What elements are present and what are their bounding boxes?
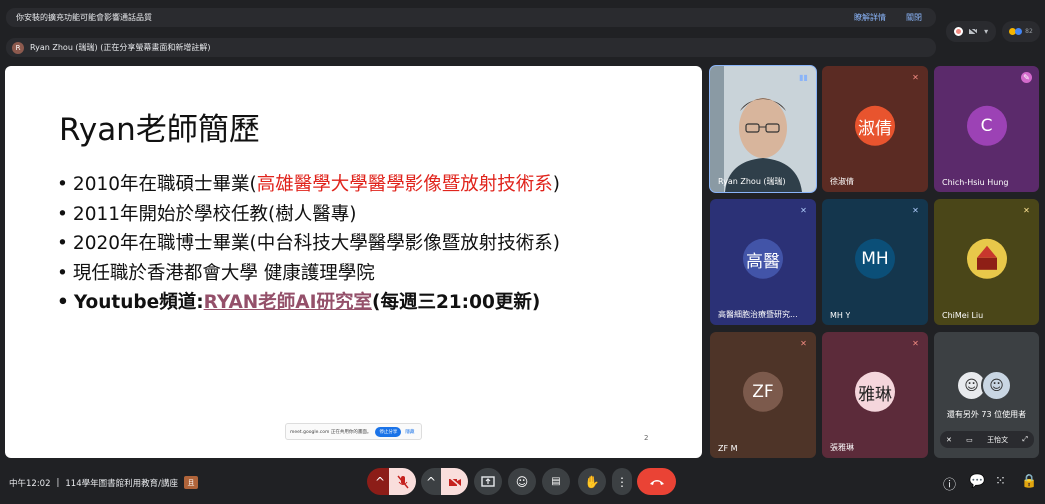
slide-bullet-list: 2010年在職碩士畢業(高雄醫學大學醫學影像暨放射技術系) 2011年開始於學校… [57, 170, 560, 318]
participant-tile-5[interactable]: ✕ MH MH Y [822, 199, 928, 325]
calendar-icon[interactable]: 且 [183, 476, 198, 489]
slide-page-number: 2 [644, 434, 649, 442]
participant-avatar-image [966, 238, 1007, 279]
current-time: 中午12:02 [9, 478, 51, 489]
participant-tile-4[interactable]: ✕ 高醫 高醫細胞治療暨研究... [710, 199, 816, 325]
participant-avatar-icon-2: ☺ [981, 370, 1012, 401]
mic-toggle-button[interactable] [389, 468, 416, 495]
participant-name: ChiMei Liu [942, 311, 984, 320]
meeting-title: 114學年圖書館利用教育/講座 [65, 478, 178, 489]
other-participants-tile[interactable]: ☺ ☺ 還有另外 73 位使用者 ✕ ▭ 王怡文 ⤢ [934, 332, 1039, 458]
youtube-channel-link[interactable]: RYAN老師AI研究室 [204, 292, 372, 313]
reactions-button[interactable]: ☺ [508, 468, 536, 495]
captions-icon: ▤ [551, 476, 561, 487]
mic-off-icon [396, 475, 409, 488]
more-vert-icon: ⋮ [616, 474, 628, 489]
present-icon [481, 475, 495, 487]
camera-options-button[interactable]: ^ [421, 468, 441, 495]
participant-tile-ryan[interactable]: ▮▮ Ryan Zhou (瑞瑞) [709, 65, 817, 193]
presenter-status-bar: R Ryan Zhou (瑞瑞) (正在分享螢幕畫面和新增註解) [6, 38, 936, 57]
featured-participant-name: 王怡文 [987, 435, 1009, 444]
mic-off-icon: ✕ [800, 339, 807, 348]
mic-off-icon: ✕ [912, 73, 919, 82]
participant-avatar-icon-2 [1015, 28, 1023, 35]
participant-tile-7[interactable]: ✕ ZF ZF M [710, 332, 816, 458]
more-options-button[interactable]: ⋮ [612, 468, 632, 495]
participant-name: 高醫細胞治療暨研究... [718, 310, 798, 319]
participant-name: Ryan Zhou (瑞瑞) [718, 177, 786, 186]
raise-hand-button[interactable]: ✋ [578, 468, 606, 495]
presenter-status-text: Ryan Zhou (瑞瑞) (正在分享螢幕畫面和新增註解) [30, 43, 211, 52]
participant-name: 徐淑倩 [830, 177, 854, 186]
present-screen-button[interactable] [474, 468, 502, 495]
camera-toggle-button[interactable] [441, 468, 468, 495]
activities-icon[interactable]: ⁙ [995, 474, 1006, 489]
host-controls-icon[interactable]: 🔒 [1021, 474, 1037, 489]
record-icon [953, 27, 963, 36]
participant-avatar: 高醫 [743, 238, 783, 279]
participant-avatar: MH [855, 238, 895, 279]
participant-video [710, 66, 816, 192]
mic-off-icon: ✕ [912, 339, 919, 348]
learn-more-link[interactable]: 瞭解詳情 [854, 12, 886, 23]
bullet-item: 現任職於香港都會大學 健康護理學院 [57, 259, 560, 289]
meeting-toolbar: 中午12:02 | 114學年圖書館利用教育/講座 且 ^ ^ ☺ ▤ ✋ ⋮ … [0, 464, 1045, 504]
mic-off-icon: ✕ [946, 435, 952, 444]
emoji-icon: ☺ [515, 474, 529, 489]
participant-name: MH Y [830, 311, 851, 320]
participant-tile-8[interactable]: ✕ 雅琳 張雅琳 [822, 332, 928, 458]
bullet-item: 2020年在職博士畢業(中台科技大學醫學影像暨放射技術系) [57, 229, 560, 259]
people-count-pill[interactable]: 82 [1002, 21, 1040, 42]
meeting-info: 中午12:02 | 114學年圖書館利用教育/講座 且 [9, 476, 198, 489]
participant-avatar: 淑倩 [855, 105, 895, 146]
other-participants-count: 還有另外 73 位使用者 [946, 410, 1027, 419]
participant-tile-2[interactable]: ✕ 淑倩 徐淑倩 [822, 66, 928, 192]
people-count: 82 [1025, 28, 1033, 35]
participant-avatar: C [966, 105, 1007, 146]
extension-warning-banner: 你安裝的擴充功能可能會影響通話品質 瞭解詳情 關閉 [6, 8, 936, 27]
chat-icon[interactable]: 💬 [969, 474, 985, 489]
speaking-indicator-icon: ▮▮ [799, 73, 808, 82]
captions-button[interactable]: ▤ [542, 468, 570, 495]
stop-sharing-button[interactable]: 停止分享 [375, 426, 402, 437]
presenter-avatar: R [12, 41, 24, 54]
bullet-item: Youtube頻道:RYAN老師AI研究室(每週三21:00更新) [57, 288, 560, 318]
slide-title: Ryan老師簡歷 [59, 112, 260, 148]
popup-text: meet.google.com 正在共用你的畫面。 [290, 429, 372, 435]
shared-screen-slide: Ryan老師簡歷 2010年在職碩士畢業(高雄醫學大學醫學影像暨放射技術系) 2… [5, 66, 702, 458]
separator: | [56, 477, 60, 488]
mic-off-icon: ✕ [800, 206, 807, 215]
hide-popup-button[interactable]: 隱藏 [405, 429, 414, 435]
participant-name: Chich-Hsiu Hung [942, 178, 1009, 187]
camera-off-icon [968, 25, 979, 38]
participant-tile-3[interactable]: ✎ C Chich-Hsiu Hung [934, 66, 1039, 192]
bullet-item: 2011年開始於學校任教(樹人醫專) [57, 200, 560, 230]
recording-indicator[interactable]: ▾ [946, 21, 996, 42]
screen-share-popup: meet.google.com 正在共用你的畫面。 停止分享 隱藏 [285, 423, 422, 440]
bullet-item: 2010年在職碩士畢業(高雄醫學大學醫學影像暨放射技術系) [57, 170, 560, 200]
hand-icon: ✋ [584, 474, 600, 489]
participant-avatar: ZF [743, 371, 783, 412]
info-icon[interactable]: ⓘ [943, 474, 956, 493]
mic-off-icon: ✕ [912, 206, 919, 215]
mic-off-icon: ✕ [1023, 206, 1030, 215]
camera-off-icon: ▭ [966, 435, 973, 444]
participant-name: ZF M [718, 444, 738, 453]
participant-name: 張雅琳 [830, 443, 854, 452]
camera-off-icon [447, 475, 462, 488]
participant-avatar: 雅琳 [855, 371, 895, 412]
leave-call-button[interactable] [637, 468, 676, 495]
chevron-down-icon: ▾ [984, 27, 989, 36]
hang-up-icon [649, 479, 664, 485]
annotation-icon: ✎ [1021, 72, 1032, 83]
featured-participant-bar: ✕ ▭ 王怡文 ⤢ [940, 431, 1034, 448]
expand-icon[interactable]: ⤢ [1022, 435, 1028, 444]
banner-text: 你安裝的擴充功能可能會影響通話品質 [16, 13, 152, 22]
close-banner-link[interactable]: 關閉 [906, 12, 922, 23]
participant-tile-6[interactable]: ✕ ChiMei Liu [934, 199, 1039, 325]
